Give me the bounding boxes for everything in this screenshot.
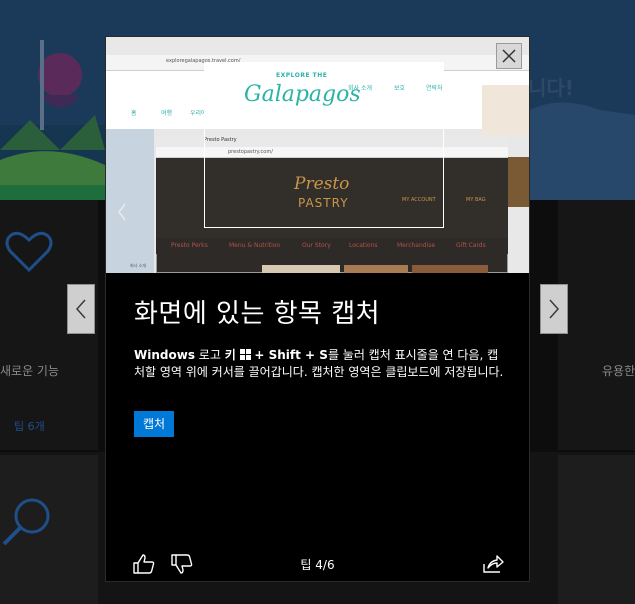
background-card-title: 새로운 기능 bbox=[0, 364, 60, 378]
background-headline: 니다! bbox=[528, 76, 574, 100]
close-icon bbox=[502, 49, 516, 63]
background-card-title-right: 유용한 bbox=[602, 364, 635, 378]
chevron-right-icon bbox=[549, 299, 560, 319]
close-button[interactable] bbox=[496, 43, 522, 69]
pastry-product-1 bbox=[262, 265, 340, 273]
share-icon bbox=[483, 555, 504, 573]
next-tip-button[interactable] bbox=[540, 284, 568, 334]
chevron-left-icon bbox=[116, 202, 128, 222]
tip-title: 화면에 있는 항목 캡처 bbox=[134, 299, 381, 329]
pastry-nav: Presto Perks Menu & Nutrition Our Story … bbox=[156, 238, 508, 254]
pastry-side-photo bbox=[508, 157, 529, 207]
galapagos-logo: Galapagos bbox=[244, 82, 361, 107]
galapagos-sidebar: 회사 소개 bbox=[106, 129, 154, 273]
tip-illustration: exploregalapagos.travel.com/ 홈 여행 우리에 관해… bbox=[106, 37, 529, 273]
previous-tip-button[interactable] bbox=[67, 284, 95, 334]
windows-logo-icon bbox=[239, 349, 251, 360]
chevron-left-icon bbox=[75, 299, 86, 319]
pastry-product-3 bbox=[412, 265, 488, 273]
tip-card: exploregalapagos.travel.com/ 홈 여행 우리에 관해… bbox=[105, 36, 530, 582]
pastry-product-2 bbox=[344, 265, 408, 273]
background-card-right bbox=[558, 200, 635, 450]
capture-selection-highlight: EXPLORE THE Galapagos 회사 소개 보호 연락처 bbox=[204, 62, 444, 129]
background-card-link: 팁 6개 bbox=[14, 420, 45, 433]
search-icon bbox=[0, 492, 60, 556]
tip-counter: 팁 4/6 bbox=[300, 558, 335, 572]
capture-button[interactable]: 캡처 bbox=[134, 411, 175, 437]
heart-icon bbox=[4, 228, 54, 278]
tip-description: Windows 로고 키 + Shift + S를 눌러 캡처 표시줄을 연 다… bbox=[134, 348, 504, 379]
share-button[interactable] bbox=[481, 553, 505, 575]
galapagos-promo bbox=[482, 85, 529, 135]
